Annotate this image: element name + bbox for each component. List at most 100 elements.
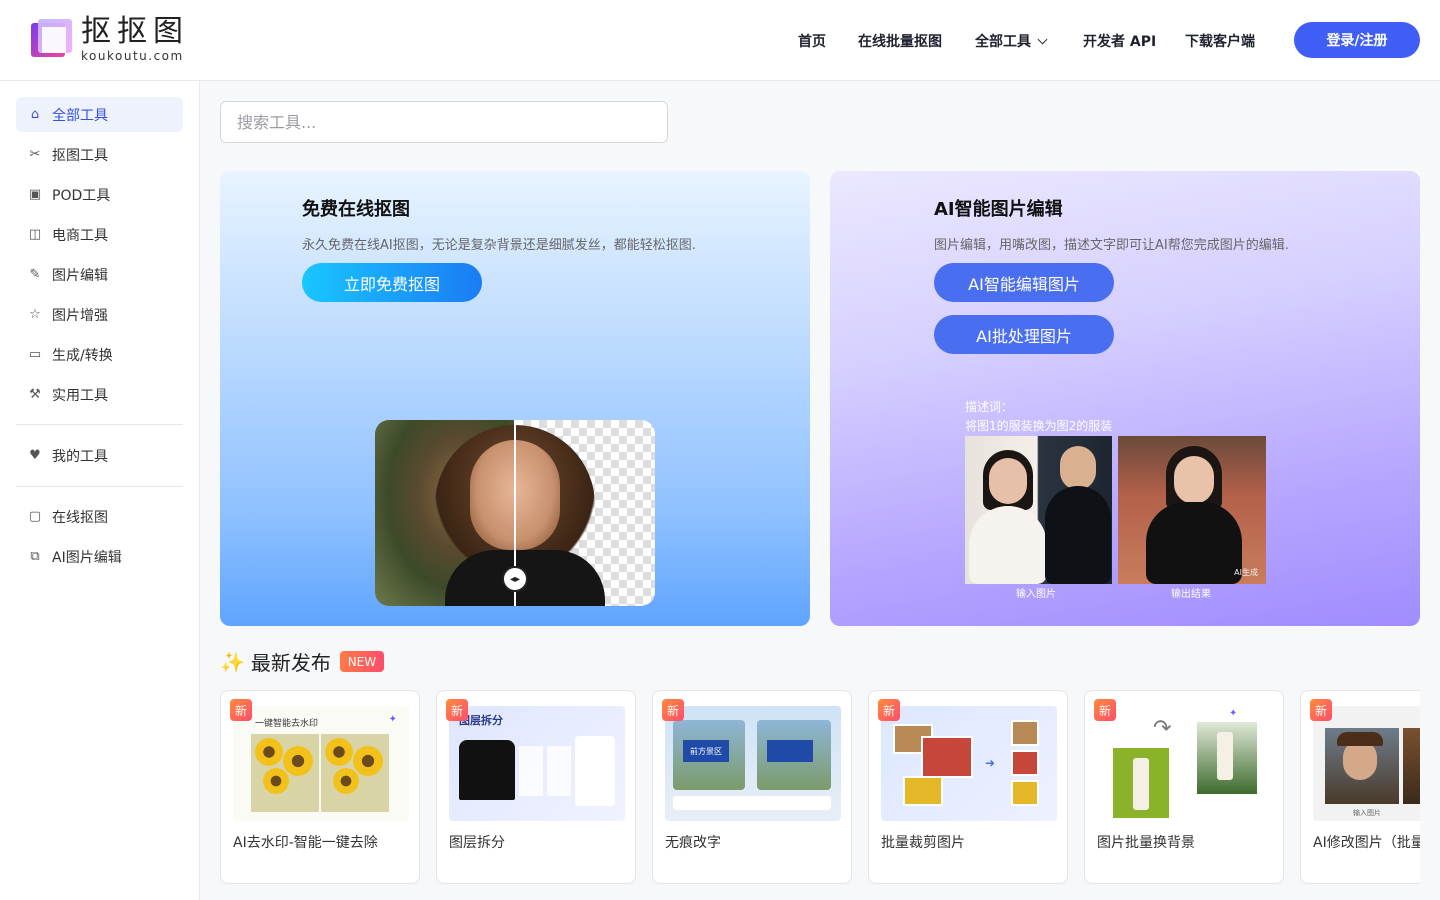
sidebar-item-utility-tools[interactable]: ⚒ 实用工具 [16,377,183,412]
prompt-text: 将图1的服装换为图2的服装 [965,419,1113,433]
sidebar-item-cutout-tools[interactable]: ✂ 抠图工具 [16,137,183,172]
free-cutout-button[interactable]: 立即免费抠图 [302,263,482,302]
tool-card-batch-background[interactable]: 新 ↷ ✦ 图片批量换背景 [1084,690,1284,884]
sidebar-item-label: 图片编辑 [52,267,108,284]
sidebar-divider [16,486,183,487]
scissors-icon: ✂ [29,147,41,162]
compare-slider-handle[interactable]: ◂▸ [502,566,528,592]
card-thumbnail: 图层拆分 [449,706,625,821]
new-tag: 新 [230,699,252,721]
sidebar-item-label: 生成/转换 [52,347,113,364]
sparkle-icon: ✦ [388,714,397,725]
card-title: AI去水印-智能一键去除 [233,835,378,851]
banner-title: 免费在线抠图 [302,199,410,220]
edit-square-icon: ⧉ [30,549,40,564]
cutout-demo-image: ◂▸ [375,420,655,606]
sidebar-link-ai-image-edit[interactable]: ⧉ AI图片编辑 [16,539,183,574]
output-image: AI生成 [1118,436,1266,584]
heart-icon: ♥ [29,448,41,463]
banner-free-cutout: 免费在线抠图 永久免费在线AI抠图，无论是复杂背景还是细腻发丝，都能轻松抠图. … [220,171,810,626]
tool-card-ai-watermark-remove[interactable]: 新 一键智能去水印 ✦ AI去水印-智能一键去除 [220,690,420,884]
new-tag: 新 [1094,699,1116,721]
tool-card-batch-crop[interactable]: 新 ➜ 批量裁剪图片 [868,690,1068,884]
nav-home[interactable]: 首页 [798,31,826,51]
tool-card-seamless-text-edit[interactable]: 新 前方景区 无痕改字 [652,690,852,884]
sidebar-item-label: 全部工具 [52,107,108,124]
sidebar-divider [16,424,183,425]
login-button[interactable]: 登录/注册 [1294,22,1420,58]
sidebar-item-my-tools[interactable]: ♥ 我的工具 [16,438,183,473]
ai-generated-watermark: AI生成 [1234,568,1258,577]
card-title: 图层拆分 [449,835,505,851]
search-input[interactable] [220,101,668,143]
top-header: 抠抠图 koukoutu.com 首页 在线批量抠图 全部工具 开发者 API … [0,0,1440,81]
new-tag: 新 [878,699,900,721]
input-image [965,436,1112,584]
section-heading: 最新发布 [250,651,331,675]
sidebar-item-label: 在线抠图 [52,509,108,526]
wrench-icon: ⚒ [29,387,41,402]
banner-ai-image-edit: AI智能图片编辑 图片编辑，用嘴改图，描述文字即可让AI帮您完成图片的编辑. A… [830,171,1420,626]
logo[interactable]: 抠抠图 koukoutu.com [31,17,189,63]
nav-download-client[interactable]: 下载客户端 [1185,31,1255,51]
pen-icon: ✎ [29,267,41,282]
input-image-label: 输入图片 [1016,589,1056,600]
sidebar-item-generate-convert[interactable]: ▭ 生成/转换 [16,337,183,372]
monitor-icon: ▭ [28,347,42,362]
bag-icon: ◫ [28,227,42,242]
shirt-icon: ▣ [28,187,42,202]
sidebar-item-label: 电商工具 [52,227,108,244]
logo-title: 抠抠图 [81,14,189,49]
latest-cards: 新 一键智能去水印 ✦ AI去水印-智能一键去除 新 图层拆分 图层拆分 新 前… [220,690,1420,900]
new-tag: 新 [1310,699,1332,721]
card-title: AI修改图片（批量编辑） [1313,835,1420,851]
logo-icon [31,19,73,61]
chevron-down-icon [1037,34,1048,45]
ai-edit-image-button[interactable]: AI智能编辑图片 [934,263,1114,302]
banner-subtitle: 永久免费在线AI抠图，无论是复杂背景还是细腻发丝，都能轻松抠图. [302,238,696,253]
sidebar-item-label: 图片增强 [52,307,108,324]
sidebar-item-label: AI图片编辑 [52,549,122,566]
nav-all-tools[interactable]: 全部工具 [975,31,1048,51]
card-title: 图片批量换背景 [1097,835,1195,851]
banner-subtitle: 图片编辑，用嘴改图，描述文字即可让AI帮您完成图片的编辑. [934,238,1289,253]
home-icon: ⌂ [30,107,40,122]
sidebar-item-all-tools[interactable]: ⌂ 全部工具 [16,97,183,132]
card-thumbnail: ➜ [881,706,1057,821]
new-tag: 新 [662,699,684,721]
card-thumbnail: ↷ ✦ [1097,706,1273,821]
output-image-label: 输出结果 [1171,589,1211,600]
nav-batch-cutout[interactable]: 在线批量抠图 [858,31,942,51]
logo-domain: koukoutu.com [81,49,184,63]
nav-developer-api[interactable]: 开发者 API [1083,31,1156,51]
sidebar-item-label: POD工具 [52,187,111,204]
sparkle-icon: ✨ [220,649,245,674]
new-badge: NEW [339,651,384,672]
curved-arrow-icon: ↷ [1153,716,1172,741]
banner-title: AI智能图片编辑 [934,199,1063,220]
tool-card-ai-modify-image[interactable]: 新 输入图片 AI修改图片（批量编辑） [1300,690,1420,884]
sidebar-item-pod-tools[interactable]: ▣ POD工具 [16,177,183,212]
sidebar-item-image-enhance[interactable]: ☆ 图片增强 [16,297,183,332]
thumb-caption: 输入图片 [1353,809,1381,817]
tool-card-layer-split[interactable]: 新 图层拆分 图层拆分 [436,690,636,884]
prompt-caption: 描述词： 将图1的服装换为图2的服装 [965,398,1112,436]
sidebar-item-ecommerce-tools[interactable]: ◫ 电商工具 [16,217,183,252]
thumb-caption: 一键智能去水印 [255,719,319,729]
star-icon: ☆ [29,307,41,322]
sidebar: ⌂ 全部工具 ✂ 抠图工具 ▣ POD工具 ◫ 电商工具 ✎ 图片编辑 ☆ 图片… [0,81,200,900]
card-title: 批量裁剪图片 [881,835,965,851]
ai-batch-process-button[interactable]: AI批处理图片 [934,315,1114,354]
card-thumbnail: 前方景区 [665,706,841,821]
sparkle-icon: ✦ [1229,708,1238,719]
sidebar-item-label: 实用工具 [52,387,108,404]
sidebar-item-image-edit[interactable]: ✎ 图片编辑 [16,257,183,292]
prompt-label: 描述词： [965,400,1014,414]
sidebar-link-online-cutout[interactable]: ▢ 在线抠图 [16,499,183,534]
new-tag: 新 [446,699,468,721]
sidebar-item-label: 抠图工具 [52,147,108,164]
card-thumbnail: 一键智能去水印 ✦ [233,706,409,821]
latest-section-title: ✨ 最新发布 NEW [220,647,384,676]
arrow-right-icon: ➜ [985,756,996,770]
nav-all-tools-label: 全部工具 [975,34,1031,50]
